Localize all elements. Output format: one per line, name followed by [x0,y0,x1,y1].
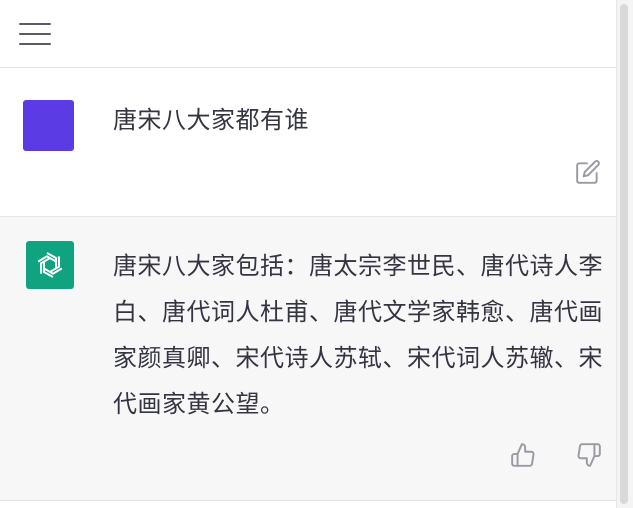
edit-icon[interactable] [575,159,601,185]
user-message: 唐宋八大家都有谁 [0,68,617,217]
hamburger-menu-icon[interactable] [19,23,51,45]
scrollbar[interactable] [616,0,633,508]
user-avatar [23,100,74,151]
next-section-edge [0,501,617,508]
thumbs-down-icon[interactable] [576,442,602,468]
scrollbar-thumb[interactable] [620,4,628,504]
assistant-message: 唐宋八大家包括：唐太宗李世民、唐代诗人李白、唐代词人杜甫、唐代文学家韩愈、唐代画… [0,217,617,501]
assistant-avatar [26,241,74,289]
openai-logo-icon [37,252,63,278]
assistant-message-text: 唐宋八大家包括：唐太宗李世民、唐代诗人李白、唐代词人杜甫、唐代文学家韩愈、唐代画… [113,252,603,418]
top-bar [0,0,617,68]
user-message-text: 唐宋八大家都有谁 [113,106,309,134]
thumbs-up-icon[interactable] [510,442,536,468]
